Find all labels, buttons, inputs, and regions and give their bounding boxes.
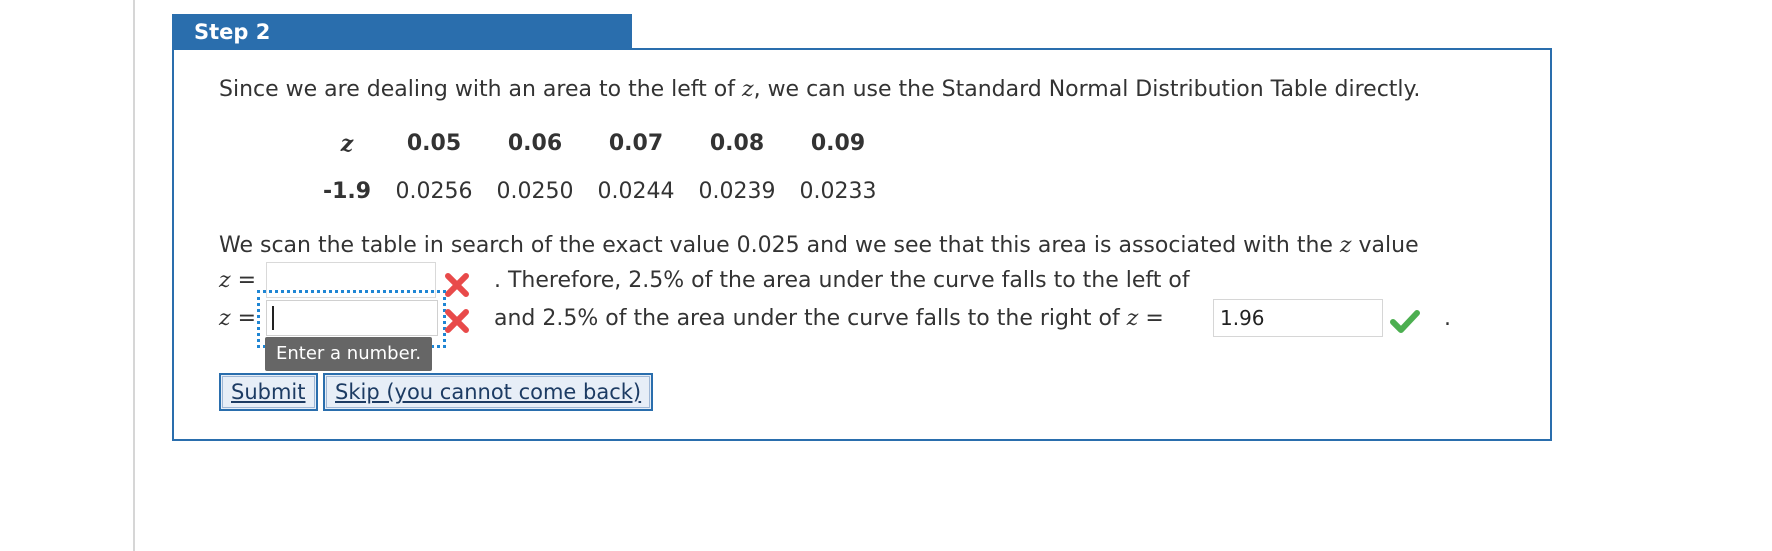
line2-period: .: [1444, 306, 1451, 331]
line1-z-label: z =: [219, 267, 256, 295]
table-header-z: z: [340, 131, 354, 157]
table-row-label: -1.9: [322, 179, 372, 204]
line2-text: and 2.5% of the area under the curve fal…: [494, 305, 1164, 333]
z-right-input[interactable]: [266, 300, 438, 336]
table-header-col: 0.08: [709, 131, 765, 156]
line2-text-before: and 2.5% of the area under the curve fal…: [494, 306, 1127, 331]
intro-after: , we can use the Standard Normal Distrib…: [753, 77, 1421, 102]
intro-text: Since we are dealing with an area to the…: [219, 76, 1420, 104]
table-cell: 0.0244: [597, 179, 675, 204]
intro-before: Since we are dealing with an area to the…: [219, 77, 742, 102]
line1-eq: =: [230, 268, 257, 293]
line2-z: z: [219, 306, 231, 331]
x-mark-icon: [445, 309, 469, 333]
text-caret: [272, 306, 274, 330]
line2-z-label: z =: [219, 305, 256, 333]
scan-after: value: [1351, 233, 1419, 258]
step-title: Step 2: [172, 14, 632, 50]
scan-text: We scan the table in search of the exact…: [219, 232, 1419, 260]
table-header-col: 0.05: [406, 131, 462, 156]
left-divider: [133, 0, 135, 551]
table-cell: 0.0233: [799, 179, 877, 204]
table-cell: 0.0256: [395, 179, 473, 204]
table-header-col: 0.09: [810, 131, 866, 156]
submit-button[interactable]: Submit: [219, 373, 318, 411]
table-cell: 0.0239: [698, 179, 776, 204]
line2-eq: =: [230, 306, 257, 331]
validation-tooltip: Enter a number.: [265, 337, 433, 371]
line1-text: . Therefore, 2.5% of the area under the …: [494, 268, 1190, 293]
table-header-col: 0.07: [608, 131, 664, 156]
table-cell: 0.0250: [496, 179, 574, 204]
skip-button[interactable]: Skip (you cannot come back): [323, 373, 654, 411]
z-answer-input[interactable]: 1.96: [1213, 299, 1383, 337]
line2-z2: z: [1126, 306, 1139, 331]
table-header-col: 0.06: [507, 131, 563, 156]
x-mark-icon: [445, 273, 469, 297]
check-mark-icon: [1390, 310, 1420, 333]
line2-text-eq: =: [1138, 306, 1164, 331]
intro-z: z: [741, 77, 754, 102]
scan-z: z: [1339, 233, 1352, 258]
line1-z: z: [219, 268, 231, 293]
scan-before: We scan the table in search of the exact…: [219, 233, 1340, 258]
